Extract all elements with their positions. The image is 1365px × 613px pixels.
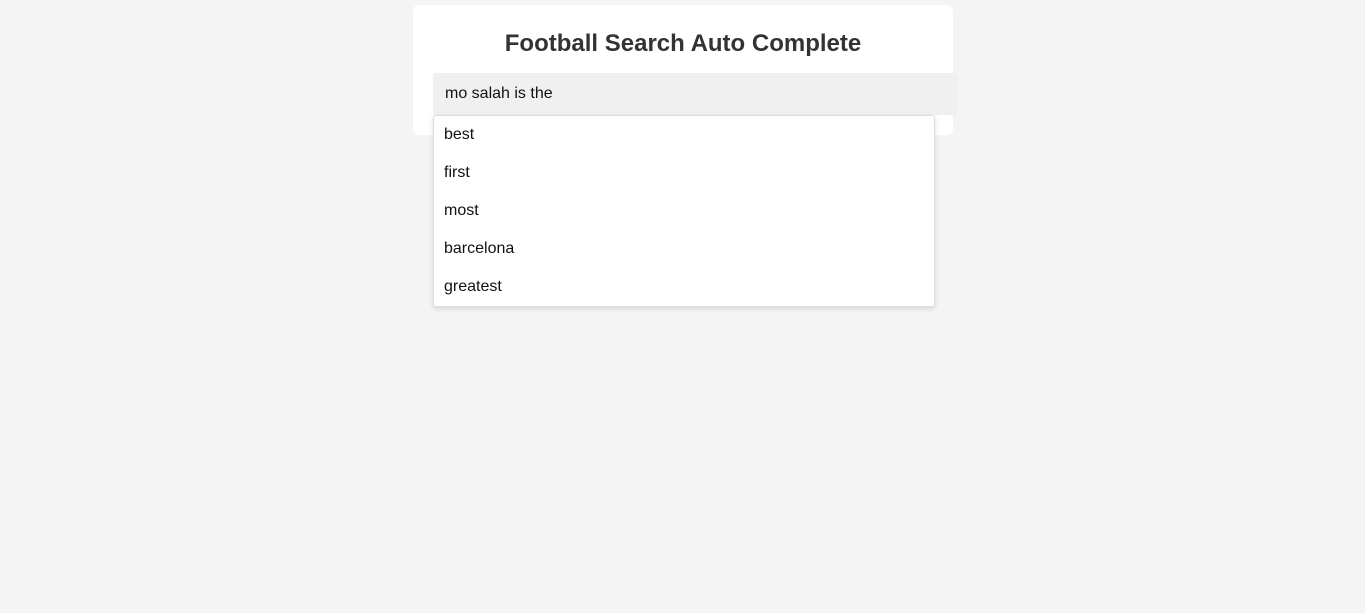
page-title: Football Search Auto Complete xyxy=(504,30,862,57)
suggestion-list: best first most barcelona greatest xyxy=(433,115,935,307)
suggestion-item-barcelona[interactable]: barcelona xyxy=(434,230,934,268)
suggestion-item-best[interactable]: best xyxy=(434,116,934,154)
suggestion-item-greatest[interactable]: greatest xyxy=(434,268,934,306)
suggestion-item-first[interactable]: first xyxy=(434,154,934,192)
page: Football Search Auto Complete best first… xyxy=(0,0,1365,613)
search-input[interactable] xyxy=(433,73,957,115)
suggestion-item-most[interactable]: most xyxy=(434,192,934,230)
